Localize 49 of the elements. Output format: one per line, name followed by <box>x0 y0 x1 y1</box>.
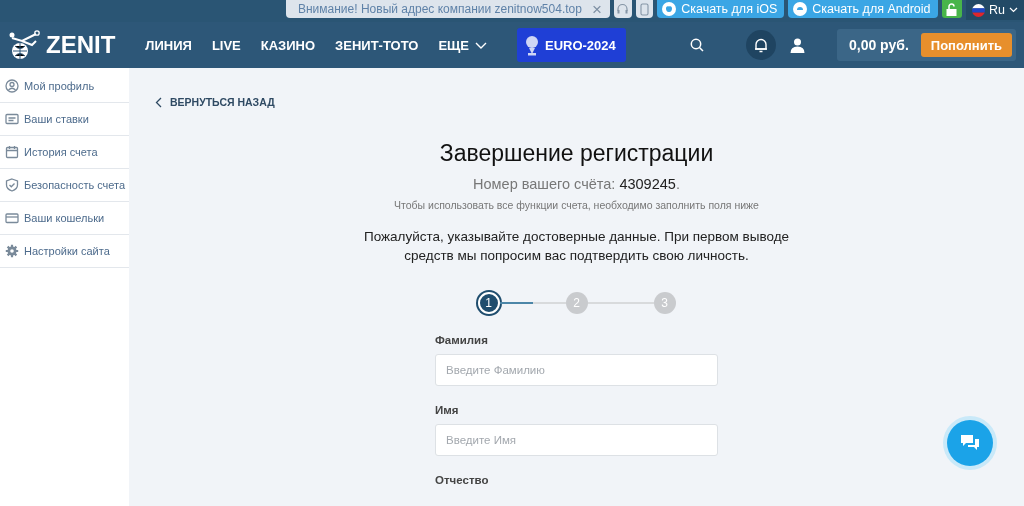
nav-link[interactable]: LIVE <box>201 37 251 53</box>
page-title: Завершение регистрации <box>439 140 714 167</box>
account-number: Номер вашего счёта: 4309245. <box>473 176 680 192</box>
step-indicator: 1 <box>477 292 500 314</box>
chat-button[interactable] <box>947 420 993 466</box>
lock-icon <box>946 2 958 16</box>
phone-icon <box>639 2 649 16</box>
security-icon <box>5 178 19 192</box>
search-icon[interactable] <box>689 38 704 52</box>
sidebar-item[interactable]: Мой профиль <box>0 70 129 103</box>
settings-icon <box>5 244 19 258</box>
sidebar-item[interactable]: Безопасность счета <box>0 169 129 202</box>
input-field[interactable]: Введите Имя <box>435 424 718 456</box>
wallet-icon <box>5 211 19 225</box>
bell-icon <box>753 37 768 53</box>
field-label: Имя <box>435 404 460 416</box>
logo-icon <box>8 29 40 61</box>
language-selector[interactable]: Ru <box>966 0 1024 20</box>
chevron-icon <box>1009 7 1018 13</box>
headset-icon <box>616 2 630 16</box>
balance-amount: 0,00 руб. <box>848 37 909 53</box>
promo-button[interactable]: EURO-2024 <box>516 28 626 62</box>
user-icon[interactable] <box>789 37 805 53</box>
nav-link[interactable]: ЕЩЕ <box>428 37 497 53</box>
nav-link[interactable]: КАЗИНО <box>250 37 326 53</box>
input-field[interactable]: Введите Фамилию <box>435 354 718 386</box>
notifications-button[interactable] <box>745 30 776 60</box>
sidebar-item[interactable]: Настройки сайта <box>0 235 129 268</box>
lock-button[interactable] <box>941 0 962 18</box>
chat-icon <box>960 434 980 452</box>
hint-text: Чтобы использовать все функции счета, необходимо заполнить поля ниже <box>394 199 759 211</box>
notice-text: Внимание! Новый адрес компании zenitnow504.top <box>298 2 582 16</box>
sidebar-item[interactable]: Ваши кошельки <box>0 202 129 235</box>
back-link[interactable]: ВЕРНУТЬСЯ НАЗАД <box>155 96 275 108</box>
chevron-left-icon <box>155 96 162 108</box>
nav-link[interactable]: ЛИНИЯ <box>135 37 202 53</box>
flag-icon <box>972 3 985 17</box>
logo-text: ZENIT <box>46 31 116 59</box>
field-label: Отчество <box>435 474 490 486</box>
sidebar-item[interactable]: История счета <box>0 136 129 169</box>
sidebar-item[interactable]: Ваши ставки <box>0 103 129 136</box>
bets-icon <box>5 112 19 126</box>
field-label: Фамилия <box>435 334 489 346</box>
support-button[interactable] <box>613 0 632 18</box>
history-icon <box>5 145 19 159</box>
profile-icon <box>5 79 19 93</box>
notice-text: Пожалуйста, указывайте достоверные данные. При первом выводе средств мы попросим вас подтвердить свою личность. <box>362 228 791 265</box>
mobile-button[interactable] <box>635 0 654 18</box>
nav-link[interactable]: ЗЕНИТ-ТОТО <box>325 37 429 53</box>
